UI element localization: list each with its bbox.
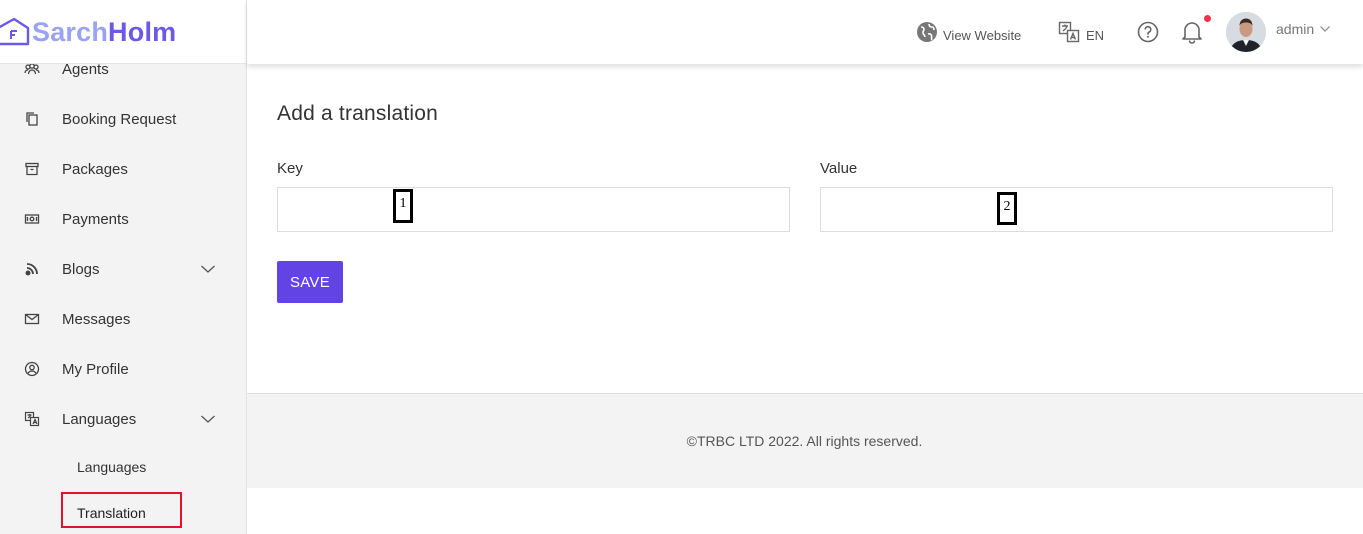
- user-name: admin: [1276, 21, 1315, 37]
- globe-icon: [917, 22, 937, 42]
- key-label: Key: [277, 160, 303, 177]
- money-icon: [24, 214, 40, 224]
- sidebar-item-label: Payments: [62, 210, 129, 228]
- archive-icon: [25, 162, 39, 176]
- brand-name: SarchHolm: [32, 17, 176, 48]
- page-title: Add a translation: [277, 102, 439, 125]
- copyright-text: ©TRBC LTD 2022. All rights reserved.: [686, 433, 923, 449]
- language-selector[interactable]: EN: [1058, 0, 1104, 64]
- chevron-down-icon: [201, 265, 215, 273]
- sidebar-nav: Agents Booking Request Packages Payments…: [0, 44, 246, 534]
- sidebar-subitem-translation[interactable]: Translation: [0, 490, 246, 534]
- sidebar-item-label: Blogs: [62, 260, 100, 278]
- sidebar-subitem-label: Languages: [77, 459, 147, 475]
- sidebar-item-label: Messages: [62, 310, 131, 328]
- language-code: EN: [1086, 27, 1105, 43]
- sidebar-item-label: Packages: [62, 160, 128, 178]
- sidebar-item-payments[interactable]: Payments: [0, 194, 246, 244]
- page-bottom-area: [247, 488, 1363, 534]
- sidebar-item-languages[interactable]: Languages: [0, 394, 246, 444]
- view-website-label: View Website: [943, 27, 1022, 43]
- notification-dot: [1204, 15, 1211, 22]
- brand-name-part2: Holm: [108, 16, 177, 47]
- brand-logo[interactable]: SarchHolm: [0, 12, 176, 52]
- sidebar-item-packages[interactable]: Packages: [0, 144, 246, 194]
- view-website-link[interactable]: View Website: [916, 0, 1021, 64]
- sidebar-item-blogs[interactable]: Blogs: [0, 244, 246, 294]
- brand-name-part1: Sarch: [32, 16, 109, 47]
- help-circle-icon: [1137, 21, 1159, 43]
- sidebar-item-label: Languages: [62, 410, 137, 428]
- house-logo-icon: [0, 17, 30, 46]
- bell-icon: [1182, 22, 1202, 44]
- rss-icon: [25, 263, 38, 276]
- sidebar: Agents Booking Request Packages Payments…: [0, 0, 247, 534]
- translate-icon: [24, 411, 40, 427]
- top-header: View Website EN admin: [247, 0, 1363, 64]
- sidebar-item-messages[interactable]: Messages: [0, 294, 246, 344]
- translate-icon: [1058, 21, 1080, 43]
- main-content: Add a translation Key 1 Value 2 SAVE: [247, 64, 1363, 393]
- sidebar-subitem-label: Translation: [77, 505, 146, 521]
- value-label: Value: [820, 160, 858, 177]
- avatar-image: [1226, 12, 1266, 52]
- help-button[interactable]: [1137, 0, 1159, 64]
- chevron-down-icon: [201, 415, 215, 423]
- logo-bar: SarchHolm: [0, 0, 246, 64]
- mail-icon: [24, 313, 40, 325]
- sidebar-subitem-languages[interactable]: Languages: [0, 444, 246, 490]
- save-button[interactable]: SAVE: [277, 261, 343, 303]
- sidebar-item-label: My Profile: [62, 360, 129, 378]
- key-input[interactable]: [277, 187, 790, 232]
- value-input[interactable]: [820, 187, 1333, 232]
- avatar: [1226, 12, 1266, 52]
- copy-icon: [26, 112, 38, 126]
- user-menu[interactable]: admin: [1226, 0, 1331, 64]
- caret-down-icon: [1320, 26, 1331, 32]
- sidebar-item-label: Booking Request: [62, 110, 177, 128]
- user-circle-icon: [24, 361, 40, 377]
- sidebar-item-booking-request[interactable]: Booking Request: [0, 94, 246, 144]
- footer: ©TRBC LTD 2022. All rights reserved.: [247, 393, 1363, 488]
- notifications-button[interactable]: [1181, 0, 1203, 64]
- sidebar-item-my-profile[interactable]: My Profile: [0, 344, 246, 394]
